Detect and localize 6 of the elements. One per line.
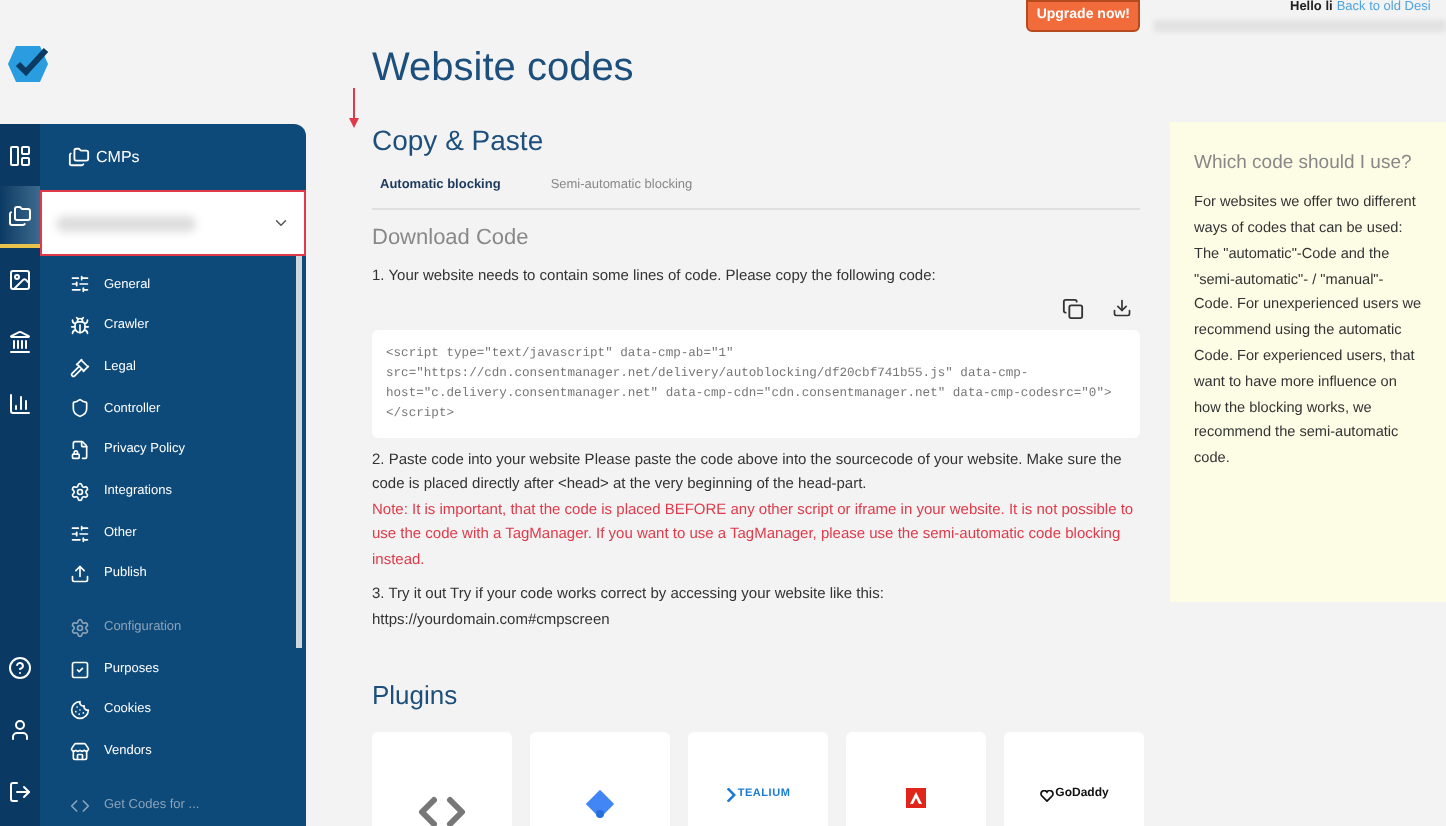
sidebar-title: CMPs bbox=[96, 145, 140, 170]
help-title: Which code should I use? bbox=[1194, 150, 1414, 178]
subtitle: Download Code bbox=[372, 223, 531, 254]
page-title: Website codes bbox=[372, 44, 636, 92]
plugins-title: Plugins bbox=[372, 680, 460, 712]
section-title: Copy & Paste bbox=[372, 124, 546, 158]
